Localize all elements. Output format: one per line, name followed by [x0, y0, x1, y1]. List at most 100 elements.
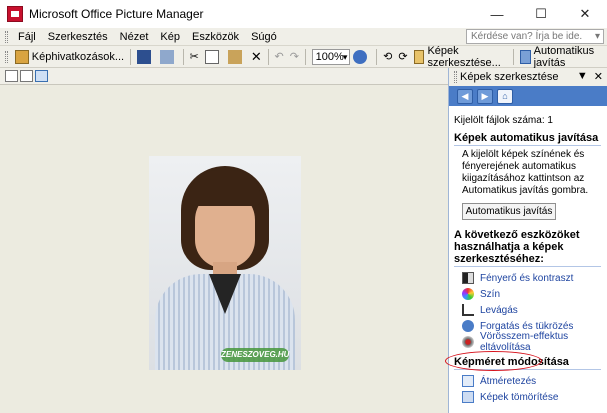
red-eye-label: Vörösszem-effektus eltávolítása: [480, 331, 569, 353]
menu-bar: Fájl Szerkesztés Nézet Kép Eszközök Súgó…: [0, 28, 607, 46]
menu-edit[interactable]: Szerkesztés: [42, 31, 114, 43]
home-icon[interactable]: ⌂: [497, 88, 513, 104]
shortcuts-icon: [14, 49, 29, 64]
save-icon: [136, 49, 151, 64]
rotate-left-button[interactable]: ⟲: [380, 48, 395, 66]
menubar-grip-handle[interactable]: [5, 30, 8, 43]
red-eye-link[interactable]: Vörösszem-effektus eltávolítása: [454, 331, 601, 353]
crop-icon: [462, 304, 474, 316]
panel-close-icon[interactable]: ✕: [594, 70, 603, 83]
cut-icon: ✂: [189, 51, 199, 63]
auto-correct-section-title: Képek automatikus javítása: [454, 132, 601, 146]
panel-header: Képek szerkesztése ▼ ✕: [449, 68, 607, 86]
eye-icon: [462, 336, 474, 348]
chevron-down-icon[interactable]: ▾: [595, 30, 600, 43]
rotate-right-icon: ⟳: [398, 51, 408, 63]
delete-button[interactable]: ✕: [248, 48, 265, 66]
filmstrip-view-icon[interactable]: [20, 70, 33, 82]
toolbar-separator: [267, 48, 269, 65]
single-picture-view-icon[interactable]: [35, 70, 48, 82]
picture-canvas: ZENESZOVEG.HU: [0, 84, 448, 413]
redo-icon: ↷: [289, 51, 299, 63]
paste-button[interactable]: [225, 48, 248, 66]
resize-link[interactable]: Átméretezés: [454, 373, 601, 389]
crop-label: Levágás: [480, 304, 518, 316]
help-search-input[interactable]: Kérdése van? Írja be ide. ▾: [466, 29, 604, 44]
auto-correct-toolbar-button[interactable]: Automatikus javítás: [517, 44, 607, 69]
compress-pictures-label: Képek tömörítése: [480, 391, 559, 403]
zoom-select[interactable]: 100%: [311, 48, 351, 65]
save-button[interactable]: [134, 48, 157, 66]
edit-tools-section-title: A következő eszközöket használhatja a ké…: [454, 229, 601, 267]
maximize-button[interactable]: ☐: [519, 0, 563, 28]
undo-icon: ↶: [274, 51, 284, 63]
panel-nav-bar: ◀ ▶ ⌂: [449, 86, 607, 106]
toolbar-separator: [182, 48, 184, 65]
brightness-contrast-label: Fényerő és kontraszt: [480, 272, 574, 284]
menu-help[interactable]: Súgó: [245, 31, 283, 43]
toolbar-separator: [376, 48, 378, 65]
help-button[interactable]: [350, 48, 373, 66]
window-controls: — ☐ ✕: [475, 0, 607, 28]
delete-icon: ✕: [250, 48, 262, 64]
auto-correct-description: A kijelölt képek színének és fényerejéne…: [462, 149, 589, 196]
color-wheel-icon: [462, 288, 474, 300]
photo-watermark: ZENESZOVEG.HU: [221, 348, 289, 362]
help-search-placeholder: Kérdése van? Írja be ide.: [471, 31, 583, 42]
portrait-photo[interactable]: ZENESZOVEG.HU: [149, 156, 301, 370]
help-icon: [353, 49, 368, 64]
back-icon[interactable]: ◀: [457, 88, 473, 104]
resize-list: Átméretezés Képek tömörítése: [454, 373, 601, 405]
panel-controls: ▼ ✕: [577, 70, 603, 83]
toolbar-grip-handle[interactable]: [5, 50, 8, 63]
edit-pictures-label: Képek szerkesztése...: [427, 44, 501, 69]
export-button[interactable]: [157, 48, 180, 66]
view-mode-bar: [0, 68, 448, 84]
window-title: Microsoft Office Picture Manager: [29, 7, 204, 21]
compress-icon: [462, 391, 474, 403]
toolbar-separator: [513, 48, 514, 65]
resize-highlight-ellipse: [445, 351, 542, 371]
export-icon: [159, 49, 174, 64]
undo-button[interactable]: ↶: [271, 48, 286, 66]
rotate-left-icon: ⟲: [383, 51, 393, 63]
copy-icon: [204, 49, 219, 64]
selected-files-count: Kijelölt fájlok száma: 1: [454, 115, 553, 126]
edit-pictures-button[interactable]: Képek szerkesztése...: [411, 44, 510, 69]
picture-shortcuts-button[interactable]: Képhivatkozások...: [12, 48, 127, 66]
menu-tools[interactable]: Eszközök: [186, 31, 245, 43]
menu-view[interactable]: Nézet: [114, 31, 155, 43]
title-bar: Microsoft Office Picture Manager — ☐ ✕: [0, 0, 607, 28]
menu-file[interactable]: Fájl: [12, 31, 42, 43]
panel-grip-handle[interactable]: [454, 71, 457, 83]
copy-button[interactable]: [202, 48, 225, 66]
edit-tools-list: Fényerő és kontraszt Szín Levágás Forgat…: [454, 270, 601, 353]
minimize-button[interactable]: —: [475, 0, 519, 28]
close-button[interactable]: ✕: [563, 0, 607, 28]
auto-correct-icon: [519, 49, 531, 64]
thumbnail-view-icon[interactable]: [5, 70, 18, 82]
color-label: Szín: [480, 288, 501, 300]
crop-link[interactable]: Levágás: [454, 302, 601, 318]
resize-label: Átméretezés: [480, 375, 537, 387]
toolbar-separator: [304, 48, 306, 65]
panel-title: Képek szerkesztése: [460, 71, 559, 83]
color-link[interactable]: Szín: [454, 286, 601, 302]
redo-button[interactable]: ↷: [287, 48, 302, 66]
auto-correct-button[interactable]: Automatikus javítás: [462, 203, 556, 220]
resize-icon: [462, 375, 474, 387]
paste-icon: [227, 49, 242, 64]
compress-pictures-link[interactable]: Képek tömörítése: [454, 389, 601, 405]
menu-picture[interactable]: Kép: [154, 31, 186, 43]
rotate-right-button[interactable]: ⟳: [395, 48, 410, 66]
rotate-flip-label: Forgatás és tükrözés: [480, 320, 574, 332]
forward-icon[interactable]: ▶: [477, 88, 493, 104]
standard-toolbar: Képhivatkozások... ✂ ✕ ↶ ↷ 100% ⟲ ⟳ Képe…: [0, 44, 607, 69]
panel-menu-icon[interactable]: ▼: [577, 70, 588, 83]
toolbar-separator: [130, 48, 131, 65]
picture-manager-icon: [7, 6, 23, 22]
cut-button[interactable]: ✂: [187, 48, 202, 66]
brightness-contrast-link[interactable]: Fényerő és kontraszt: [454, 270, 601, 286]
auto-correct-toolbar-label: Automatikus javítás: [533, 44, 595, 69]
brightness-icon: [462, 272, 474, 284]
